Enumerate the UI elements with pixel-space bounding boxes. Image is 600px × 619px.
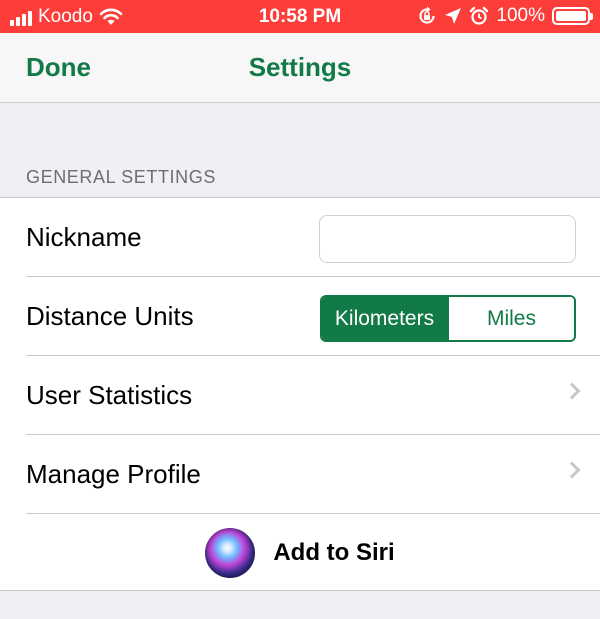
nickname-input[interactable] [319, 215, 576, 263]
distance-units-label: Distance Units [26, 301, 194, 331]
chevron-right-icon [563, 382, 581, 400]
add-to-siri-button[interactable]: Add to Siri [0, 514, 600, 592]
row-distance-units: Distance Units Kilometers Miles [0, 277, 600, 356]
user-statistics-label: User Statistics [26, 380, 193, 410]
rotation-lock-icon [419, 6, 435, 24]
location-icon [445, 8, 462, 24]
page-title: Settings [248, 52, 352, 82]
nickname-label: Nickname [26, 222, 142, 252]
navigation-bar: Done Settings [0, 33, 600, 103]
distance-units-segmented-control: Kilometers Miles [320, 295, 576, 342]
add-to-siri-label: Add to Siri [273, 539, 395, 566]
segment-miles[interactable]: Miles [447, 297, 574, 340]
alarm-icon [470, 6, 489, 25]
row-user-statistics[interactable]: User Statistics [0, 356, 600, 435]
settings-table: Nickname Distance Units Kilometers Miles… [0, 197, 600, 591]
siri-icon [205, 528, 256, 578]
status-bar-right: 100% [417, 5, 593, 27]
status-bar: Koodo 10:58 PM 100% [0, 0, 600, 33]
battery-percentage: 100% [496, 5, 545, 26]
row-nickname: Nickname [0, 198, 600, 277]
manage-profile-label: Manage Profile [26, 459, 201, 489]
row-manage-profile[interactable]: Manage Profile [0, 435, 600, 514]
section-header-general-settings: GENERAL SETTINGS [26, 167, 216, 187]
battery-icon [552, 7, 593, 25]
segment-kilometers[interactable]: Kilometers [322, 297, 447, 340]
chevron-right-icon [563, 461, 581, 479]
